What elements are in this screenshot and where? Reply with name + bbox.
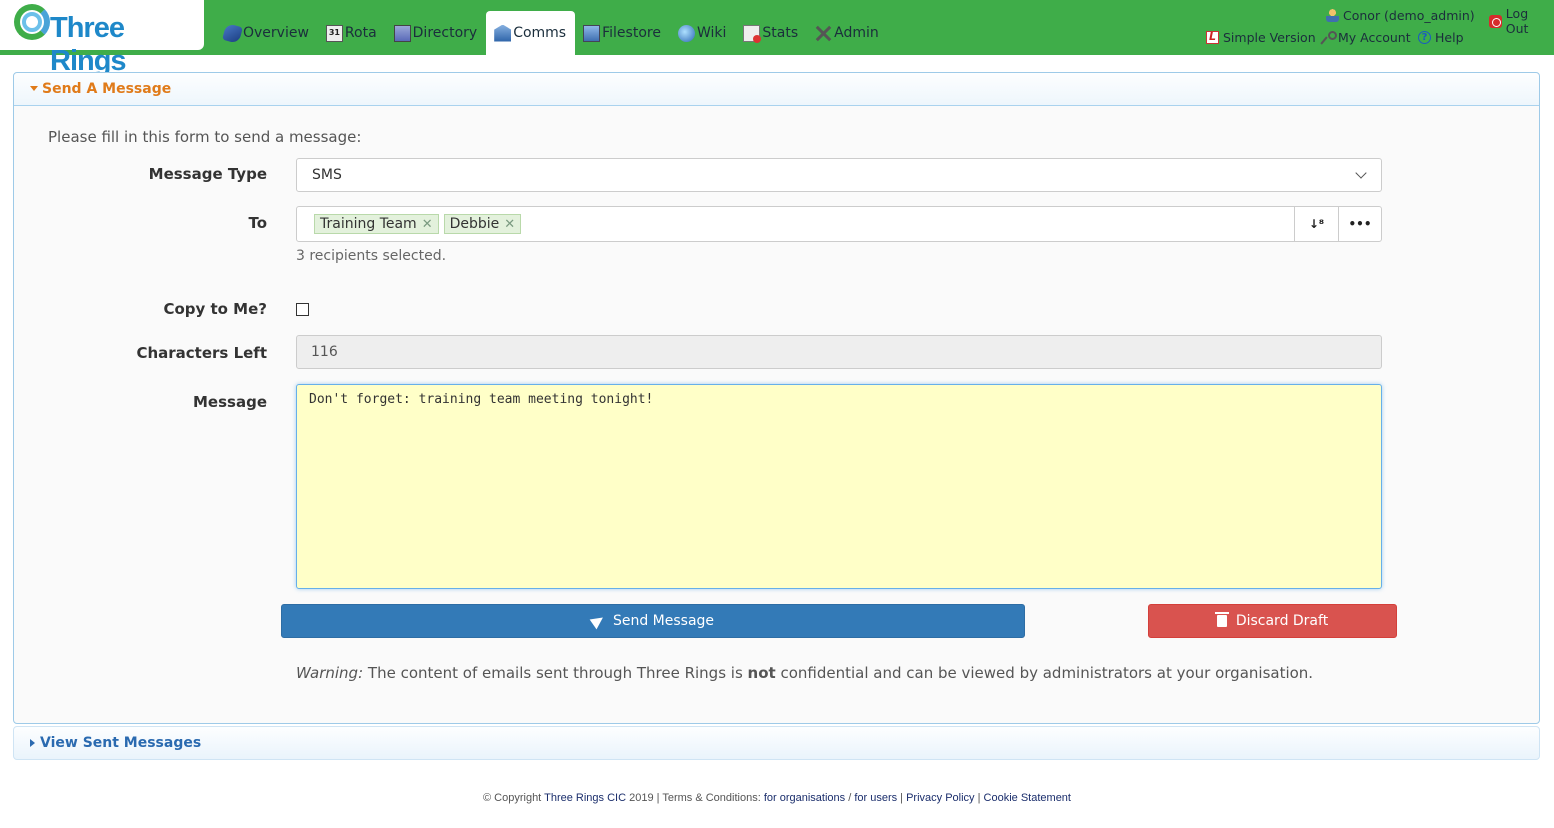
footer: © Copyright Three Rings CIC 2019 | Terms…: [0, 792, 1554, 804]
recipients-count: 3 recipients selected.: [296, 248, 447, 264]
footer-privacy-link[interactable]: Privacy Policy: [906, 792, 974, 804]
characters-left-field: 116: [296, 335, 1382, 369]
send-message-button[interactable]: Send Message: [281, 604, 1025, 638]
tab-admin[interactable]: Admin: [807, 11, 888, 55]
tab-overview[interactable]: Overview: [216, 11, 318, 55]
characters-left-value: 116: [311, 344, 338, 360]
warning-text-1: The content of emails sent through Three…: [363, 664, 748, 682]
footer-org-link[interactable]: Three Rings CIC: [544, 792, 626, 804]
send-message-panel: Send A Message Please fill in this form …: [13, 72, 1540, 724]
remove-tag-icon[interactable]: ✕: [504, 217, 515, 232]
user-name: Conor (demo_admin): [1343, 8, 1475, 23]
tab-comms-label: Comms: [513, 25, 567, 41]
message-type-select[interactable]: SMS: [296, 158, 1382, 192]
wiki-icon: [677, 24, 695, 42]
copy-to-me-checkbox[interactable]: [296, 303, 309, 316]
help-link[interactable]: ? Help: [1418, 30, 1464, 45]
warning-text-2: confidential and can be viewed by admini…: [775, 664, 1314, 682]
user-icon: [1326, 9, 1339, 22]
logout-label: Log Out: [1505, 6, 1529, 36]
ellipsis-icon: •••: [1348, 217, 1372, 231]
directory-icon: [393, 24, 411, 42]
trash-icon: [1214, 612, 1229, 627]
confidentiality-warning: Warning: The content of emails sent thro…: [296, 664, 1313, 682]
footer-cookie-link[interactable]: Cookie Statement: [984, 792, 1071, 804]
warning-bold: not: [747, 664, 776, 682]
overview-icon: [222, 22, 243, 44]
to-label: To: [248, 214, 267, 232]
chevron-down-icon: [1355, 167, 1367, 179]
tab-overview-label: Overview: [243, 25, 309, 41]
help-label: Help: [1435, 30, 1464, 45]
logout-link[interactable]: Log Out: [1489, 6, 1554, 36]
recipient-tag: Debbie ✕: [443, 214, 522, 234]
recipient-tag: Training Team ✕: [314, 214, 439, 234]
tab-filestore[interactable]: Filestore: [575, 11, 670, 55]
collapse-caret-icon: [30, 85, 38, 91]
copy-to-me-label: Copy to Me?: [163, 300, 267, 318]
recipients-field[interactable]: Training Team ✕ Debbie ✕ ↓⁸ •••: [296, 206, 1382, 242]
top-navigation-bar: Three Rings Overview 31 Rota Directory C…: [0, 0, 1554, 77]
expand-caret-icon: [30, 738, 35, 747]
tab-rota[interactable]: 31 Rota: [318, 11, 386, 55]
filestore-icon: [583, 24, 601, 42]
key-icon: [1321, 31, 1337, 44]
power-icon: [1489, 14, 1502, 28]
recipient-tag-label: Training Team: [320, 216, 417, 232]
panel-title: Send A Message: [42, 81, 172, 97]
characters-left-label: Characters Left: [136, 344, 267, 362]
logo-text: Three Rings: [50, 12, 127, 77]
current-user[interactable]: Conor (demo_admin): [1326, 8, 1475, 23]
my-account-label: My Account: [1338, 30, 1411, 45]
tab-stats-label: Stats: [762, 25, 799, 41]
tab-admin-label: Admin: [834, 25, 879, 41]
footer-copyright: © Copyright: [483, 792, 545, 804]
tab-stats[interactable]: Stats: [735, 11, 807, 55]
sort-recipients-button[interactable]: ↓⁸: [1294, 207, 1338, 241]
simple-version-icon: [1206, 30, 1219, 44]
footer-year: 2019 | Terms & Conditions:: [626, 792, 764, 804]
tab-directory[interactable]: Directory: [386, 11, 487, 55]
recipient-tag-label: Debbie: [449, 216, 500, 232]
send-message-label: Send Message: [612, 613, 715, 629]
message-label: Message: [193, 393, 267, 411]
recipient-tags[interactable]: Training Team ✕ Debbie ✕: [297, 207, 1294, 241]
simple-version-label: Simple Version: [1223, 30, 1316, 45]
my-account-link[interactable]: My Account: [1321, 30, 1411, 45]
paper-plane-icon: [589, 612, 607, 630]
sort-icon: ↓⁸: [1308, 217, 1325, 231]
logo[interactable]: Three Rings: [0, 0, 204, 77]
view-sent-messages-panel[interactable]: View Sent Messages: [13, 726, 1540, 760]
message-type-label: Message Type: [148, 165, 267, 183]
admin-icon: [815, 25, 832, 42]
more-recipients-button[interactable]: •••: [1338, 207, 1381, 241]
stats-icon: [743, 24, 762, 43]
help-icon: ?: [1418, 31, 1431, 44]
discard-draft-button[interactable]: Discard Draft: [1148, 604, 1397, 638]
comms-icon: [494, 24, 512, 42]
calendar-icon: 31: [325, 24, 343, 42]
footer-for-organisations-link[interactable]: for organisations: [764, 792, 845, 804]
message-textarea[interactable]: Don't forget: training team meeting toni…: [296, 384, 1382, 589]
remove-tag-icon[interactable]: ✕: [422, 217, 433, 232]
form-intro: Please fill in this form to send a messa…: [48, 128, 362, 146]
tab-rota-label: Rota: [344, 25, 377, 41]
simple-version-link[interactable]: Simple Version: [1206, 30, 1316, 45]
footer-sep: |: [974, 792, 984, 804]
send-message-panel-header[interactable]: Send A Message: [14, 73, 1539, 106]
tab-comms[interactable]: Comms: [486, 11, 576, 55]
footer-for-users-link[interactable]: for users: [854, 792, 897, 804]
tab-wiki[interactable]: Wiki: [670, 11, 735, 55]
footer-slash: /: [845, 792, 855, 804]
view-sent-messages-title: View Sent Messages: [40, 735, 202, 751]
tab-filestore-label: Filestore: [602, 25, 661, 41]
tab-directory-label: Directory: [412, 25, 478, 41]
message-type-value: SMS: [312, 167, 342, 183]
warning-prefix: Warning:: [296, 664, 364, 682]
main-nav: Overview 31 Rota Directory Comms Filesto…: [216, 11, 888, 55]
tab-wiki-label: Wiki: [696, 25, 727, 41]
logo-inner-ring-icon: [22, 12, 42, 32]
footer-sep: |: [897, 792, 907, 804]
discard-draft-label: Discard Draft: [1235, 613, 1329, 629]
